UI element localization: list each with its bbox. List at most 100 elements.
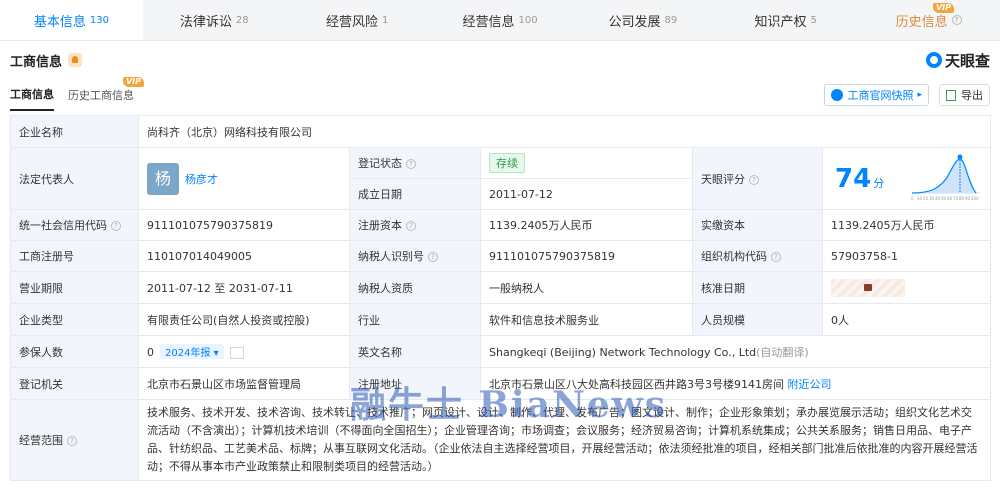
- tab-ip[interactable]: 知识产权 5: [714, 0, 857, 40]
- company-type: 有限责任公司(自然人投资或控股): [138, 303, 350, 336]
- sub-tabs: 工商信息 历史工商信息 VIP 工商官网快照 ▸ 导出: [0, 77, 1000, 111]
- paid-capital: 1139.2405万人民币: [821, 209, 992, 241]
- business-info-table: 企业名称 尚科齐（北京）网络科技有限公司 法定代表人 杨杨彦才 登记状态? 存续…: [10, 115, 992, 481]
- rating-distribution-chart: 0 10 20 30 40 50 60 70 80 90 100: [911, 154, 981, 201]
- credit-code: 911101075790375819: [138, 209, 350, 241]
- field-label-cell: 纳税人识别号?: [349, 240, 481, 272]
- help-icon[interactable]: ?: [749, 174, 759, 185]
- help-icon[interactable]: ?: [111, 221, 121, 231]
- tab-label: 基本信息: [33, 14, 86, 30]
- axis-tick: 80: [959, 196, 965, 201]
- tab-development[interactable]: 公司发展 89: [571, 0, 714, 40]
- help-icon[interactable]: ?: [771, 252, 781, 262]
- avatar: 杨: [147, 162, 179, 195]
- tab-count: 130: [89, 14, 109, 26]
- tab-history[interactable]: 历史信息? VIP: [857, 0, 1000, 40]
- axis-tick: 20: [923, 196, 929, 201]
- subtab-history-business-info[interactable]: 历史工商信息 VIP: [68, 77, 144, 111]
- excel-icon: [946, 89, 956, 101]
- field-label-cell: 天眼评分?: [692, 147, 823, 210]
- tax-quality: 一般纳税人: [480, 271, 693, 304]
- official-snapshot-button[interactable]: 工商官网快照 ▸: [824, 84, 929, 106]
- tab-operation[interactable]: 经营信息 100: [429, 0, 572, 40]
- tab-risk[interactable]: 经营风险 1: [286, 0, 429, 40]
- insured-count: 0: [147, 346, 154, 359]
- top-tabs: 基本信息 130 法律诉讼 28 经营风险 1 经营信息 100 公司发展 89 知识产权…: [0, 0, 1000, 41]
- section-title: 工商信息: [10, 54, 63, 70]
- field-label: 企业类型: [10, 303, 139, 336]
- axis-tick: 30: [929, 196, 935, 201]
- axis-tick: 70: [953, 196, 959, 201]
- vip-badge: VIP: [932, 3, 955, 13]
- found-date: 2011-07-12: [480, 178, 693, 210]
- legal-rep-name[interactable]: 杨彦才: [185, 173, 218, 186]
- field-label: 纳税人识别号: [358, 250, 424, 263]
- year-report-label: 2024年报: [165, 348, 211, 359]
- en-name-cell: Shangkeqi (Beijing) Network Technology C…: [479, 335, 992, 368]
- help-icon[interactable]: ?: [428, 252, 438, 262]
- approve-date-cell: [821, 271, 992, 304]
- tab-count: 89: [664, 14, 678, 26]
- address-cell: 北京市石景山区八大处高科技园区西井路3号3号楼9141房间 附近公司: [479, 367, 992, 400]
- auto-translate-hint: (自动翻译): [756, 345, 809, 359]
- field-label: 统一社会信用代码: [19, 219, 107, 232]
- export-button[interactable]: 导出: [939, 84, 990, 106]
- user-icon: [831, 89, 844, 101]
- field-label: 天眼评分: [701, 172, 745, 186]
- tab-count: 100: [518, 14, 538, 26]
- field-label: 注册地址: [349, 367, 481, 400]
- table-row: 登记机关 北京市石景山区市场监督管理局 注册地址 北京市石景山区八大处高科技园区…: [10, 367, 992, 400]
- axis-tick: 100: [971, 196, 979, 201]
- tab-count: 1: [381, 14, 389, 26]
- axis-tick: 10: [917, 196, 923, 201]
- distribution-fill: [912, 159, 977, 193]
- rating-cell: 74 分 0 10 20 30 40 50 60 70 80 90 100: [821, 147, 992, 210]
- tax-id: 911101075790375819: [480, 240, 693, 272]
- button-label: 导出: [961, 89, 983, 102]
- tab-label: 知识产权: [754, 14, 807, 30]
- lock-icon[interactable]: [831, 278, 905, 297]
- tab-label: 历史信息: [895, 14, 948, 30]
- reg-status-cell: 存续: [480, 147, 693, 179]
- section-header: 工商信息 天眼查: [0, 41, 1000, 79]
- help-icon[interactable]: ?: [406, 221, 416, 231]
- tab-count: 5: [810, 14, 817, 26]
- action-buttons: 工商官网快照 ▸ 导出: [824, 84, 990, 106]
- caret-down-icon: ▾: [213, 348, 219, 359]
- business-term: 2011-07-12 至 2031-07-11: [138, 271, 350, 304]
- staff-size: 0人: [821, 303, 992, 336]
- field-label: 工商注册号: [10, 240, 139, 272]
- logo-text: 天眼查: [944, 51, 990, 70]
- field-label-cell: 注册资本?: [349, 209, 481, 241]
- help-icon[interactable]: ?: [406, 159, 416, 169]
- field-label: 纳税人资质: [349, 271, 481, 304]
- reg-authority: 北京市石景山区市场监督管理局: [138, 367, 350, 400]
- axis-tick: 60: [947, 196, 953, 201]
- help-icon[interactable]: ?: [67, 436, 77, 446]
- field-label: 成立日期: [349, 178, 481, 210]
- reg-capital: 1139.2405万人民币: [480, 209, 693, 241]
- field-label-cell: 经营范围?: [10, 399, 139, 481]
- tab-basic-info[interactable]: 基本信息 130: [0, 0, 143, 40]
- table-row: 经营范围? 技术服务、技术开发、技术咨询、技术转让、技术推广；网页设计、设计、制…: [10, 399, 992, 481]
- legal-rep-cell: 杨杨彦才: [138, 147, 350, 210]
- trend-chart-icon[interactable]: [229, 347, 244, 359]
- year-report-dropdown[interactable]: 2024年报 ▾: [160, 344, 224, 359]
- field-label: 行业: [349, 303, 481, 336]
- tab-count: 28: [235, 14, 249, 26]
- nearby-companies-link[interactable]: 附近公司: [788, 378, 832, 391]
- field-label: 组织机构代码: [701, 250, 767, 263]
- subtab-label: 历史工商信息: [68, 89, 134, 102]
- tab-legal[interactable]: 法律诉讼 28: [143, 0, 286, 40]
- field-label: 法定代表人: [10, 147, 139, 210]
- field-label: 参保人数: [10, 335, 139, 368]
- insured-cell: 0 2024年报 ▾: [138, 335, 350, 368]
- bell-icon[interactable]: [68, 53, 83, 67]
- field-label-cell: 登记状态?: [349, 147, 481, 179]
- subtab-business-info[interactable]: 工商信息: [10, 79, 54, 111]
- status-badge: 存续: [489, 153, 525, 173]
- tianyancha-logo: 天眼查: [925, 50, 990, 71]
- table-row: 统一社会信用代码? 911101075790375819 注册资本? 1139.…: [10, 209, 992, 241]
- table-row: 工商注册号 110107014049005 纳税人识别号? 9111010757…: [10, 240, 992, 272]
- field-label-cell: 组织机构代码?: [692, 240, 823, 272]
